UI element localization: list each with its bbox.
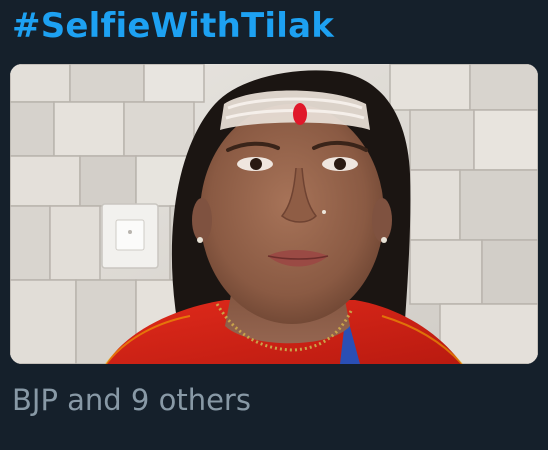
- tweet-photo[interactable]: [10, 64, 538, 364]
- light-switch: [101, 203, 159, 269]
- hashtag-link[interactable]: #SelfieWithTilak: [12, 4, 334, 48]
- selfie-photo-image: [10, 64, 538, 364]
- tagged-users-link[interactable]: BJP and 9 others: [12, 380, 251, 420]
